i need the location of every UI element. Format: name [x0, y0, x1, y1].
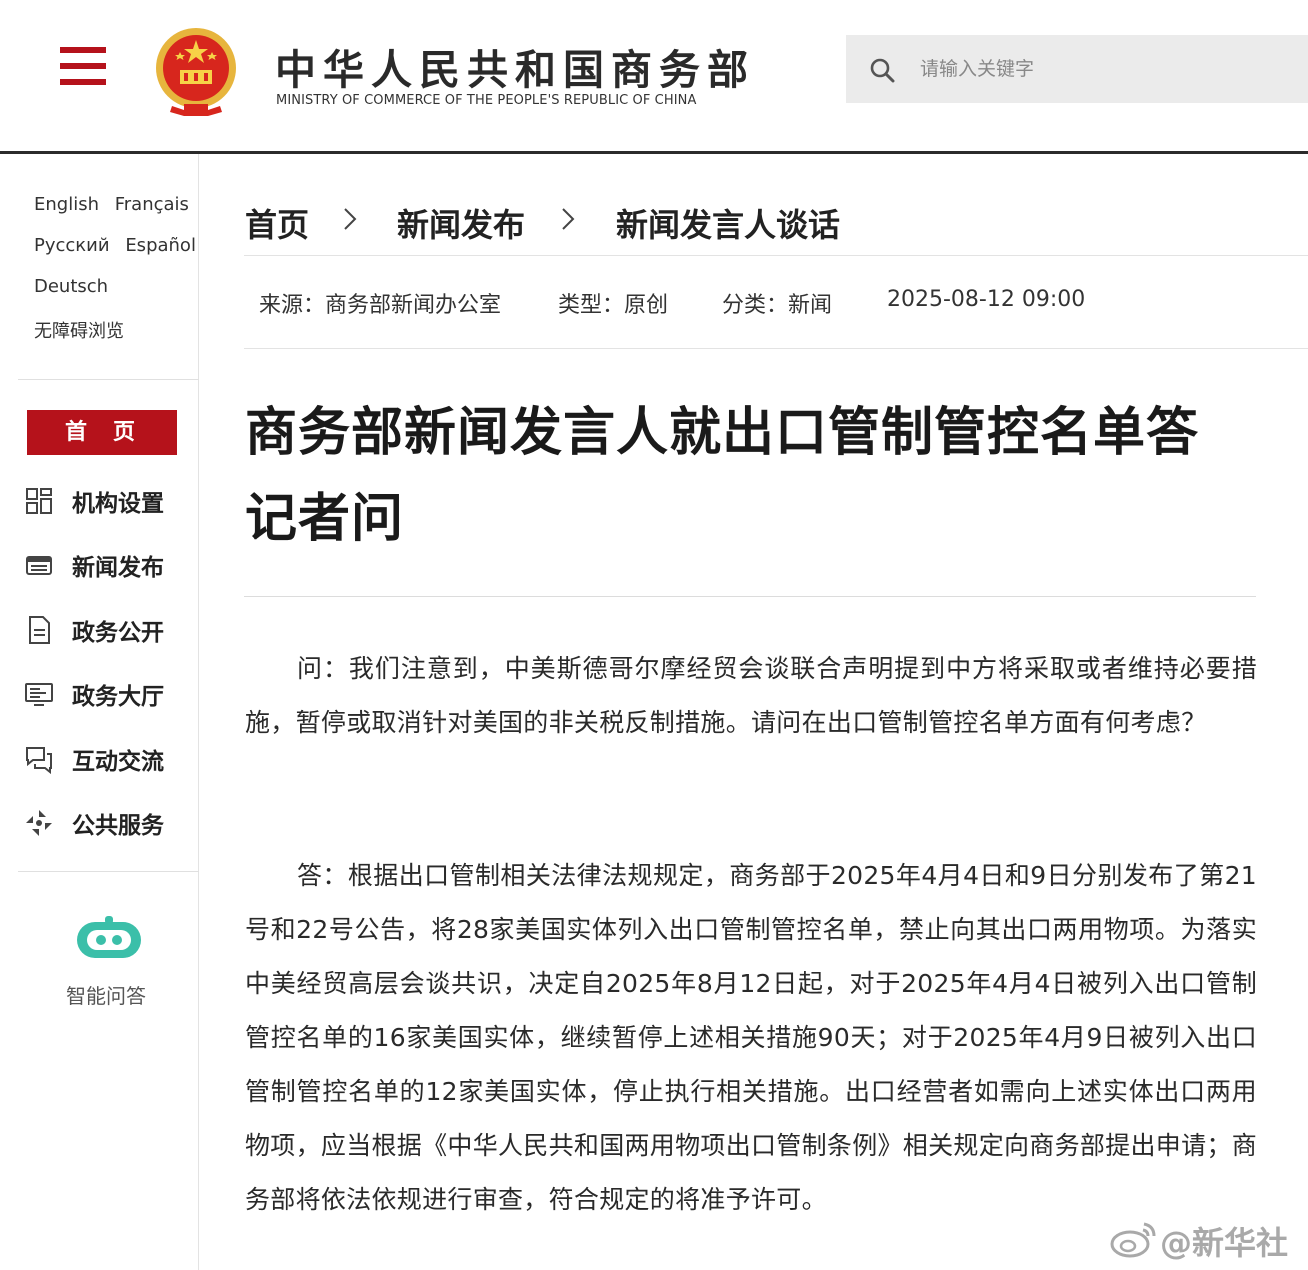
sidebar-item-label: 政务公开 — [72, 620, 164, 646]
title-divider — [244, 596, 1256, 597]
robot-icon[interactable] — [75, 916, 143, 962]
search-input[interactable] — [920, 49, 1290, 89]
sidebar-item-news[interactable]: 新闻发布 — [24, 544, 194, 584]
language-row: 无障碍浏览 — [34, 317, 134, 343]
watermark-text: @新华社 — [1160, 1224, 1289, 1262]
site-title-cn: 中华人民共和国商务部 — [275, 46, 755, 94]
article-answer: 答：根据出口管制相关法律法规规定，商务部于2025年4月4日和9日分别发布了第2… — [245, 861, 1258, 1214]
chevron-right-icon — [562, 208, 575, 230]
article-category: 分类：新闻 — [722, 293, 833, 318]
sidebar-item-org[interactable]: 机构设置 — [24, 480, 194, 520]
site-header: 中华人民共和国商务部 MINISTRY OF COMMERCE OF THE P… — [0, 0, 1308, 152]
sidebar-item-service-hall[interactable]: 政务大厅 — [24, 673, 194, 713]
site-title-en: MINISTRY OF COMMERCE OF THE PEOPLE'S REP… — [276, 93, 697, 108]
national-emblem-icon[interactable] — [150, 24, 242, 120]
sidebar-item-label: 公共服务 — [72, 813, 164, 839]
document-icon — [29, 616, 50, 644]
weibo-logo-icon — [1110, 1222, 1156, 1258]
article-title: 商务部新闻发言人就出口管制管控名单答记者问 — [245, 403, 1200, 549]
meta-divider — [244, 348, 1308, 349]
sidebar-divider — [18, 379, 199, 380]
chevron-right-icon — [344, 208, 357, 230]
chat-icon — [26, 747, 52, 774]
sidebar-item-label: 互动交流 — [72, 749, 164, 775]
service-hall-icon — [25, 683, 53, 706]
lang-english-link[interactable]: English — [34, 194, 99, 215]
org-structure-icon — [26, 488, 52, 514]
search-icon[interactable] — [868, 56, 896, 84]
sidebar: English Français Русский Español Deutsch… — [0, 154, 199, 1270]
news-icon — [26, 556, 52, 575]
breadcrumb-home[interactable]: 首页 — [245, 200, 309, 246]
home-button[interactable]: 首页 — [27, 410, 177, 455]
language-row: Deutsch — [34, 276, 118, 297]
article-question: 问：我们注意到，中美斯德哥尔摩经贸会谈联合声明提到中方将采取或者维持必要措施，暂… — [245, 654, 1257, 737]
lang-spanish-link[interactable]: Español — [125, 235, 196, 256]
hamburger-menu-icon[interactable] — [60, 47, 106, 87]
lang-german-link[interactable]: Deutsch — [34, 276, 108, 297]
language-row: English Français — [34, 194, 199, 215]
article-type: 类型：原创 — [558, 293, 669, 318]
sidebar-item-interaction[interactable]: 互动交流 — [24, 738, 194, 778]
ai-qa-label[interactable]: 智能问答 — [66, 980, 146, 1009]
sidebar-item-label: 新闻发布 — [72, 555, 164, 581]
public-service-icon — [26, 810, 52, 836]
search-box[interactable] — [846, 35, 1308, 103]
breadcrumb-spokesperson[interactable]: 新闻发言人谈话 — [616, 200, 840, 246]
sidebar-item-public-service[interactable]: 公共服务 — [24, 802, 194, 842]
lang-russian-link[interactable]: Русский — [34, 235, 110, 256]
sidebar-item-gov-affairs[interactable]: 政务公开 — [24, 609, 194, 649]
language-row: Русский Español — [34, 235, 206, 256]
sidebar-divider — [18, 871, 199, 872]
accessibility-link[interactable]: 无障碍浏览 — [34, 321, 124, 342]
breadcrumb-divider — [244, 255, 1308, 256]
article-date: 2025-08-12 09:00 — [887, 287, 1086, 312]
article-source: 来源：商务部新闻办公室 — [259, 293, 502, 318]
lang-french-link[interactable]: Français — [115, 194, 189, 215]
breadcrumb-news[interactable]: 新闻发布 — [397, 200, 525, 246]
sidebar-item-label: 机构设置 — [72, 491, 164, 517]
sidebar-item-label: 政务大厅 — [72, 684, 164, 710]
